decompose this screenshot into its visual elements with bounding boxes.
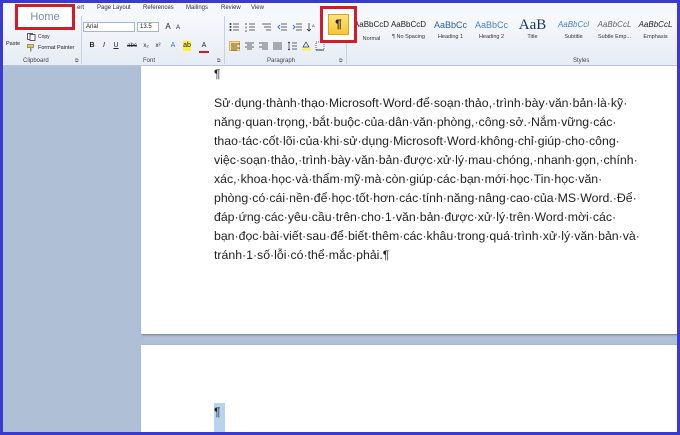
style-sample: AaBbCcD [353,20,390,29]
ribbon-separator [224,16,225,64]
format-painter-icon [27,44,36,52]
style-subtitle[interactable]: AaBbCcl Subtitle [553,16,594,52]
tab-review[interactable]: Review [221,5,241,11]
strikethrough-icon[interactable]: abc [127,41,137,51]
style-normal-label-wrap: Normal [351,36,392,52]
ribbon-separator [81,16,82,64]
font-size-value: 13.5 [140,24,152,30]
word-window: ert Page Layout References Mailings Revi… [3,3,677,432]
italic-icon[interactable]: I [99,41,109,51]
grow-font-icon[interactable]: A [163,22,173,32]
align-left-icon[interactable] [229,41,240,51]
style-sample: AaB [518,17,547,33]
style-no-spacing[interactable]: AaBbCcD ¶ No Spacing [388,16,429,52]
shrink-font-icon[interactable]: A [173,23,183,33]
superscript-icon[interactable]: x² [153,41,163,51]
increase-indent-icon[interactable] [292,22,303,32]
style-name: ¶ No Spacing [392,34,425,40]
bullets-icon[interactable] [229,22,240,32]
style-name: Normal [362,36,381,42]
selected-paragraph-mark[interactable]: ¶ [214,403,225,432]
show-hide-marks-button[interactable]: ¶ [328,14,349,35]
document-page[interactable]: ¶ [141,345,677,432]
style-title[interactable]: AaB Title [512,16,553,52]
font-group-label: Font [143,58,156,64]
document-page[interactable]: ¶ Sử·dụng·thành·thạo·Microsoft·Word·để·s… [141,66,677,334]
clipboard-launcher-icon[interactable]: ⧉ [75,58,79,64]
paragraph-group-label: Paragraph [267,58,296,64]
show-hide-marks-highlight: ¶ [320,6,357,43]
svg-text:A: A [312,23,315,28]
copy-icon [27,33,36,41]
style-heading-1[interactable]: AaBbCc Heading 1 [430,16,471,52]
tab-home[interactable]: Home [15,4,75,30]
document-area[interactable]: ¶ Sử·dụng·thành·thạo·Microsoft·Word·để·s… [3,66,677,432]
style-name: Heading 1 [437,34,464,40]
tab-insert[interactable]: ert [77,5,84,11]
underline-icon[interactable]: U [111,41,121,51]
paragraph-launcher-icon[interactable]: ⧉ [339,58,343,64]
style-emphasis[interactable]: AaBbCcL Emphasis [635,16,676,52]
font-size-select[interactable]: 13.5 [137,22,159,32]
tab-page-layout[interactable]: Page Layout [97,5,131,11]
highlight-icon[interactable]: ab [183,41,191,51]
copy-button[interactable]: Copy [38,34,50,40]
style-sample: AaBbCcD [390,20,427,29]
style-name: Subtitle [564,34,583,40]
text-effects-icon[interactable]: A [168,41,178,51]
body-paragraph[interactable]: Sử·dụng·thành·thạo·Microsoft·Word·để·soạ… [214,94,674,265]
style-sample: AaBbCcL [597,20,632,29]
style-subtle-emphasis[interactable]: AaBbCcL Subtle Emp... [594,16,635,52]
tab-references[interactable]: References [143,5,174,11]
font-family-select[interactable]: Arial [83,22,135,32]
style-name: Title [527,34,538,40]
font-launcher-icon[interactable]: ⧉ [217,58,221,64]
style-sample: AaBbCcL [638,20,673,29]
font-family-value: Arial [86,24,99,30]
align-center-icon[interactable] [244,41,255,51]
style-sample: AaBbCc [474,20,509,30]
decrease-indent-icon[interactable] [277,22,288,32]
style-sample: AaBbCcl [557,20,590,29]
shading-icon[interactable] [301,41,312,51]
format-painter-button[interactable]: Format Painter [38,45,74,51]
style-sample: AaBbCc [433,20,468,30]
font-color-icon[interactable]: A [199,41,209,53]
subscript-icon[interactable]: x₂ [141,41,151,51]
paragraph-mark: ¶ [214,67,221,81]
tab-view[interactable]: View [251,5,264,11]
tab-mailings[interactable]: Mailings [186,5,208,11]
style-name: Emphasis [643,34,668,40]
sort-icon[interactable]: A [306,22,317,32]
style-name: Heading 2 [478,34,505,40]
styles-group-label: Styles [573,58,590,64]
numbering-icon[interactable] [245,22,256,32]
align-right-icon[interactable] [258,41,269,51]
clipboard-group-label: Clipboard [23,58,49,64]
line-spacing-icon[interactable] [287,41,298,51]
paste-button[interactable]: Paste [6,41,20,47]
style-heading-2[interactable]: AaBbCc Heading 2 [471,16,512,52]
justify-icon[interactable] [272,41,283,51]
style-name: Subtle Emp... [597,34,632,40]
bold-icon[interactable]: B [87,41,97,51]
multilevel-list-icon[interactable] [261,22,272,32]
